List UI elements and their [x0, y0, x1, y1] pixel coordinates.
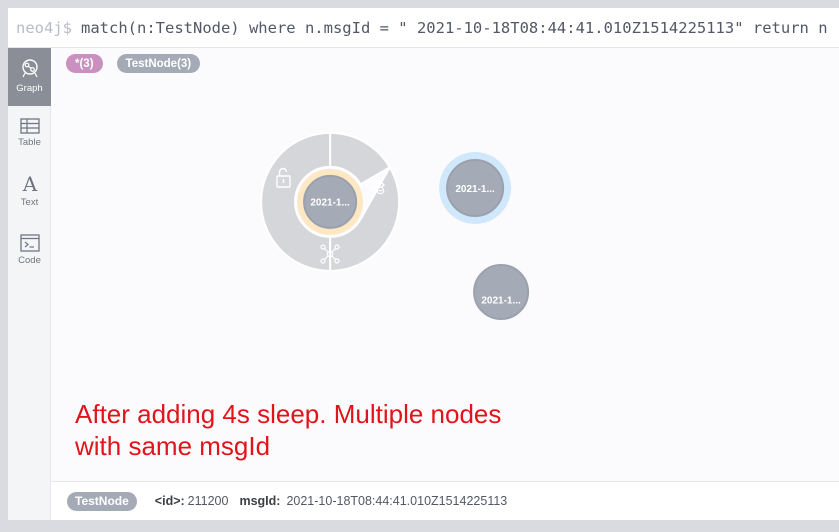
- annotation-line: After adding 4s sleep. Multiple nodes: [75, 399, 502, 429]
- result-frame: *(3) TestNode(3) 2021-1... 2021-1... 202…: [51, 48, 839, 520]
- sidebar-item-label: Code: [18, 255, 41, 266]
- sidebar-item-label: Graph: [16, 83, 43, 94]
- text-icon: A: [20, 174, 40, 194]
- sidebar-item-table[interactable]: Table: [8, 118, 51, 148]
- msgid-value: 2021-10-18T08:44:41.010Z1514225113: [286, 494, 508, 508]
- annotation-line: with same msgId: [75, 431, 271, 461]
- node-caption: 2021-1...: [481, 296, 521, 307]
- graph-node[interactable]: 2021-1...: [297, 168, 364, 235]
- graph-node[interactable]: 2021-1...: [473, 264, 530, 320]
- view-sidebar: Graph Table A Text Code: [8, 48, 51, 520]
- details-label-tag[interactable]: TestNode: [67, 491, 137, 511]
- editor-prompt: neo4j$: [16, 18, 72, 37]
- sidebar-item-label: Text: [20, 197, 39, 208]
- id-key: <id>:: [154, 494, 185, 508]
- query-text[interactable]: match(n:TestNode) where n.msgId = " 2021…: [81, 19, 828, 37]
- graph-icon: [20, 58, 40, 80]
- sidebar-item-code[interactable]: Code: [8, 234, 51, 266]
- id-value: 211200: [187, 494, 229, 508]
- node-caption: 2021-1...: [310, 198, 350, 209]
- sidebar-item-graph[interactable]: Graph: [8, 48, 51, 106]
- code-icon: [19, 234, 40, 252]
- node-details-bar: TestNode <id>: 211200 msgId: 2021-10-18T…: [51, 481, 839, 520]
- annotation-text: After adding 4s sleep. Multiple nodes wi…: [75, 398, 501, 462]
- query-editor[interactable]: neo4j$ match(n:TestNode) where n.msgId =…: [8, 8, 839, 48]
- sidebar-item-text[interactable]: A Text: [8, 174, 51, 208]
- msgid-key: msgId:: [239, 494, 281, 508]
- node-caption: 2021-1...: [455, 184, 495, 195]
- graph-node[interactable]: 2021-1...: [439, 152, 512, 224]
- table-icon: [19, 118, 40, 134]
- svg-text:A: A: [21, 174, 37, 194]
- sidebar-item-label: Table: [18, 137, 41, 148]
